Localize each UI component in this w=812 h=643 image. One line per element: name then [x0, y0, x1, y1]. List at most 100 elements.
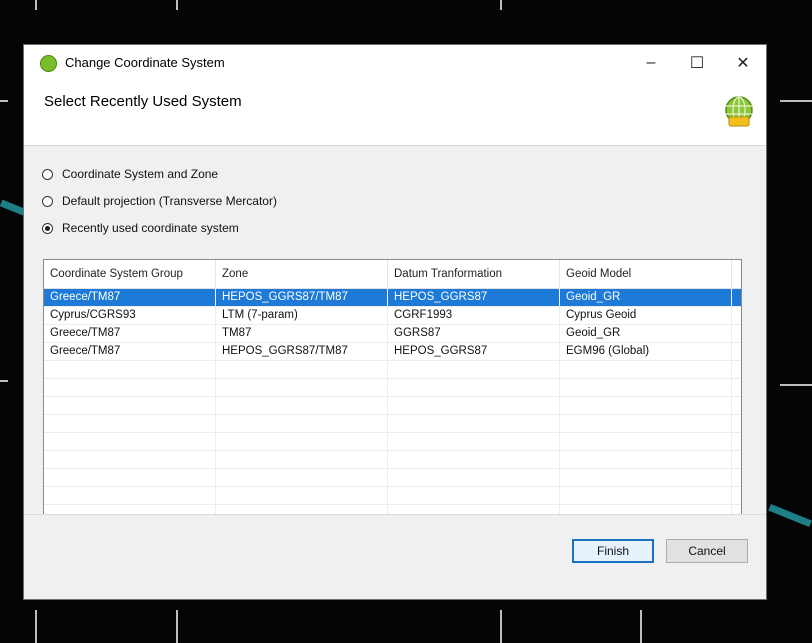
column-header-geoid[interactable]: Geoid Model [560, 260, 732, 288]
table-cell [388, 433, 560, 450]
table-cell [560, 451, 732, 468]
table-cell [216, 415, 388, 432]
background-tick [640, 610, 642, 643]
table-cell [44, 361, 216, 378]
table-cell: Greece/TM87 [44, 289, 216, 306]
table-cell [388, 379, 560, 396]
empty-table-row [44, 397, 741, 415]
page-title: Select Recently Used System [44, 93, 242, 110]
option-label: Coordinate System and Zone [62, 167, 219, 181]
table-cell [388, 487, 560, 504]
table-cell: Geoid_GR [560, 325, 732, 342]
change-coordinate-system-dialog: Change Coordinate System – ☐ ✕ Select Re… [23, 44, 767, 600]
table-cell [560, 487, 732, 504]
table-cell: Greece/TM87 [44, 343, 216, 360]
background-tick [176, 0, 178, 10]
app-globe-icon [40, 55, 57, 72]
table-cell: EGM96 (Global) [560, 343, 732, 360]
table-cell: LTM (7-param) [216, 307, 388, 324]
background-tick [35, 610, 37, 643]
background-tick [0, 380, 8, 382]
table-cell: TM87 [216, 325, 388, 342]
radio-button[interactable] [42, 168, 53, 180]
table-cell: GGRS87 [388, 325, 560, 342]
option-label: Recently used coordinate system [62, 221, 239, 235]
table-cell [44, 451, 216, 468]
table-cell [216, 433, 388, 450]
table-cell [560, 379, 732, 396]
wizard-header: Select Recently Used System [24, 81, 766, 146]
table-cell [560, 397, 732, 414]
table-cell [216, 397, 388, 414]
background-tick [176, 610, 178, 643]
column-header-zone[interactable]: Zone [216, 260, 388, 288]
option-recently-used[interactable]: Recently used coordinate system [42, 221, 239, 235]
table-row[interactable]: Greece/TM87 HEPOS_GGRS87/TM87 HEPOS_GGRS… [44, 289, 741, 307]
table-cell [216, 469, 388, 486]
empty-table-row [44, 361, 741, 379]
title-bar: Change Coordinate System – ☐ ✕ [24, 45, 766, 81]
table-cell: Greece/TM87 [44, 325, 216, 342]
table-cell [216, 451, 388, 468]
empty-table-row [44, 451, 741, 469]
empty-table-row [44, 433, 741, 451]
table-cell [44, 487, 216, 504]
table-cell: HEPOS_GGRS87 [388, 343, 560, 360]
table-cell [388, 361, 560, 378]
empty-table-row [44, 415, 741, 433]
table-body: Greece/TM87 HEPOS_GGRS87/TM87 HEPOS_GGRS… [44, 289, 741, 529]
background-tick [780, 100, 812, 102]
table-cell: HEPOS_GGRS87/TM87 [216, 289, 388, 306]
window-title: Change Coordinate System [65, 55, 225, 70]
recent-systems-table[interactable]: Coordinate System Group Zone Datum Tranf… [43, 259, 742, 530]
table-cell: Geoid_GR [560, 289, 732, 306]
background-tick [500, 610, 502, 643]
table-cell [388, 469, 560, 486]
radio-button[interactable] [42, 195, 53, 207]
table-cell: HEPOS_GGRS87/TM87 [216, 343, 388, 360]
table-cell [216, 379, 388, 396]
option-label: Default projection (Transverse Mercator) [62, 194, 277, 208]
option-default-projection[interactable]: Default projection (Transverse Mercator) [42, 194, 277, 208]
cancel-button[interactable]: Cancel [666, 539, 748, 563]
background-tick [500, 0, 502, 10]
globe-icon [725, 96, 753, 127]
close-button[interactable]: ✕ [720, 45, 766, 81]
column-header-datum[interactable]: Datum Tranformation [388, 260, 560, 288]
column-header-group[interactable]: Coordinate System Group [44, 260, 216, 288]
table-cell [216, 487, 388, 504]
table-cell: HEPOS_GGRS87 [388, 289, 560, 306]
background-tick [35, 0, 37, 10]
empty-table-row [44, 469, 741, 487]
table-cell: Cyprus Geoid [560, 307, 732, 324]
table-cell [560, 415, 732, 432]
table-cell [560, 469, 732, 486]
table-cell [216, 361, 388, 378]
table-cell [44, 433, 216, 450]
dialog-footer: Finish Cancel [24, 514, 766, 599]
table-row[interactable]: Cyprus/CGRS93 LTM (7-param) CGRF1993 Cyp… [44, 307, 741, 325]
empty-table-row [44, 379, 741, 397]
minimize-button[interactable]: – [628, 45, 674, 81]
maximize-button[interactable]: ☐ [674, 45, 720, 81]
table-cell [44, 415, 216, 432]
table-header: Coordinate System Group Zone Datum Tranf… [44, 260, 741, 289]
table-cell: CGRF1993 [388, 307, 560, 324]
table-cell [388, 451, 560, 468]
background-line [768, 504, 812, 527]
background-tick [0, 100, 8, 102]
background-tick [780, 384, 812, 386]
empty-table-row [44, 487, 741, 505]
table-row[interactable]: Greece/TM87 TM87 GGRS87 Geoid_GR [44, 325, 741, 343]
table-cell [388, 415, 560, 432]
finish-button[interactable]: Finish [572, 539, 654, 563]
table-cell [44, 379, 216, 396]
table-cell [44, 397, 216, 414]
radio-button-checked[interactable] [42, 222, 53, 234]
table-cell: Cyprus/CGRS93 [44, 307, 216, 324]
table-cell [44, 469, 216, 486]
option-coordinate-system-and-zone[interactable]: Coordinate System and Zone [42, 167, 218, 181]
table-cell [560, 361, 732, 378]
table-cell [560, 433, 732, 450]
table-row[interactable]: Greece/TM87 HEPOS_GGRS87/TM87 HEPOS_GGRS… [44, 343, 741, 361]
